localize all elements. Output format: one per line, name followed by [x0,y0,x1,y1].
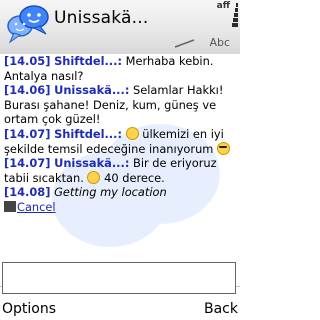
screen: Unissakä... aff Abc [14.05] Shiftdel...:… [0,0,240,320]
message-time: [14.08] [4,185,51,200]
message-time: [14.06] [4,83,51,98]
location-status-text: Getting my location [54,185,167,200]
message-time: [14.05] [4,54,51,68]
location-icon [4,200,16,212]
location-cancel-row: Cancel [0,200,240,214]
input-mode-indicator: Abc [209,36,230,49]
message-row: [14.07] Shiftdel...: ülkemizi en iyi şek… [0,126,240,156]
message-sender: Unissakä...: [54,83,130,98]
message-row: [14.05] Shiftdel...: Merhaba kebin. Anta… [0,54,240,83]
message-input[interactable] [2,262,236,294]
header: Unissakä... aff Abc [0,0,240,54]
message-sender: Unissakä...: [54,156,130,171]
signal-strength-icon [232,2,238,44]
message-time: [14.07] [4,156,51,171]
message-sender: Shiftdel...: [54,54,123,68]
conversation-log: [14.05] Shiftdel...: Merhaba kebin. Anta… [0,54,240,286]
conversation-title: Unissakä... [54,8,149,28]
pen-icon [174,39,195,48]
message-row: [14.06] Unissakä...: Selamlar Hakkı! Bur… [0,83,240,127]
softkey-bar: Options Back [0,300,240,320]
chat-app-icon [7,5,49,44]
smiley-icon [87,170,101,184]
smiley-icon [125,126,139,140]
status-indicator: aff [216,1,230,11]
cancel-location-link[interactable]: Cancel [17,200,56,214]
back-softkey[interactable]: Back [204,301,238,317]
message-text-continued: 40 derece. [104,170,165,185]
message-row: [14.08] Getting my location [0,185,240,200]
message-row: [14.07] Unissakä...: Bir de eriyoruz tab… [0,156,240,185]
options-softkey[interactable]: Options [2,301,56,317]
message-sender: Shiftdel...: [54,126,123,141]
sunglasses-icon [217,141,231,155]
message-time: [14.07] [4,126,51,141]
